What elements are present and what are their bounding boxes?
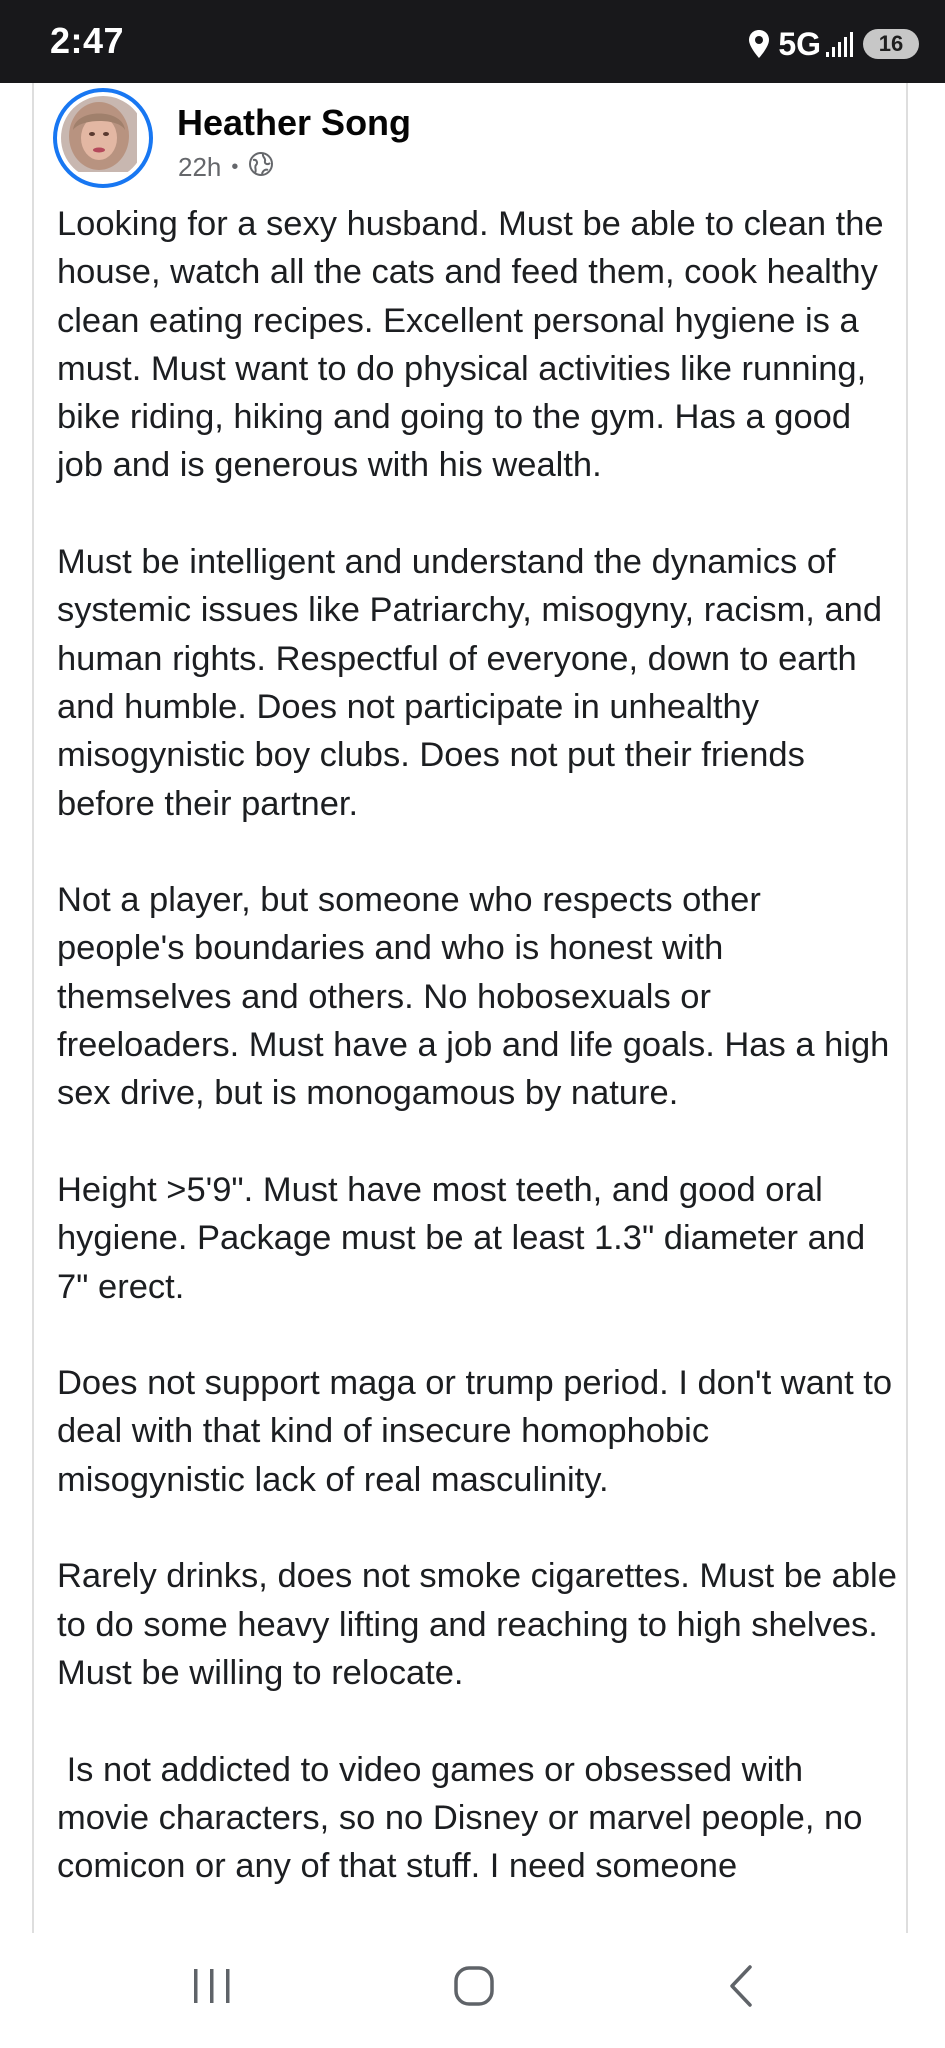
- home-icon: [454, 1966, 494, 2006]
- location-icon: [748, 29, 770, 59]
- post-paragraph: Rarely drinks, does not smoke cigarettes…: [57, 1557, 907, 1692]
- signal-icon: [825, 30, 853, 58]
- meta-separator: •: [231, 156, 239, 178]
- post-paragraph: Not a player, but someone who respects o…: [57, 881, 899, 1113]
- avatar[interactable]: [53, 88, 153, 188]
- post-paragraph: Must be intelligent and understand the d…: [57, 543, 892, 823]
- recents-icon: [194, 1969, 230, 2003]
- status-icons: 5G 16: [748, 24, 919, 64]
- globe-icon: [248, 151, 274, 184]
- post-meta: 22h •: [178, 151, 274, 184]
- post-paragraph: Looking for a sexy husband. Must be able…: [57, 205, 894, 485]
- post-card: Heather Song 22h • Looking for a sexy hu…: [32, 83, 908, 1933]
- status-time: 2:47: [50, 20, 125, 61]
- navigation-bar: [0, 1933, 945, 2048]
- post-paragraph: Is not addicted to video games or obsess…: [57, 1750, 872, 1886]
- back-button[interactable]: [724, 1963, 764, 2014]
- status-bar: 2:47 5G 16: [0, 0, 945, 83]
- home-button[interactable]: [452, 1963, 498, 2014]
- post-time[interactable]: 22h: [178, 152, 221, 183]
- author-name[interactable]: Heather Song: [177, 102, 411, 144]
- battery-indicator: 16: [863, 29, 919, 59]
- post-paragraph: Does not support maga or trump period. I…: [57, 1364, 902, 1499]
- back-icon: [730, 1965, 752, 2007]
- post-paragraph: Height >5'9". Must have most teeth, and …: [57, 1170, 875, 1306]
- recents-button[interactable]: [190, 1963, 234, 2014]
- network-type: 5G: [778, 25, 821, 62]
- post-body: Looking for a sexy husband. Must be able…: [57, 200, 897, 1933]
- profile-photo: [61, 96, 145, 180]
